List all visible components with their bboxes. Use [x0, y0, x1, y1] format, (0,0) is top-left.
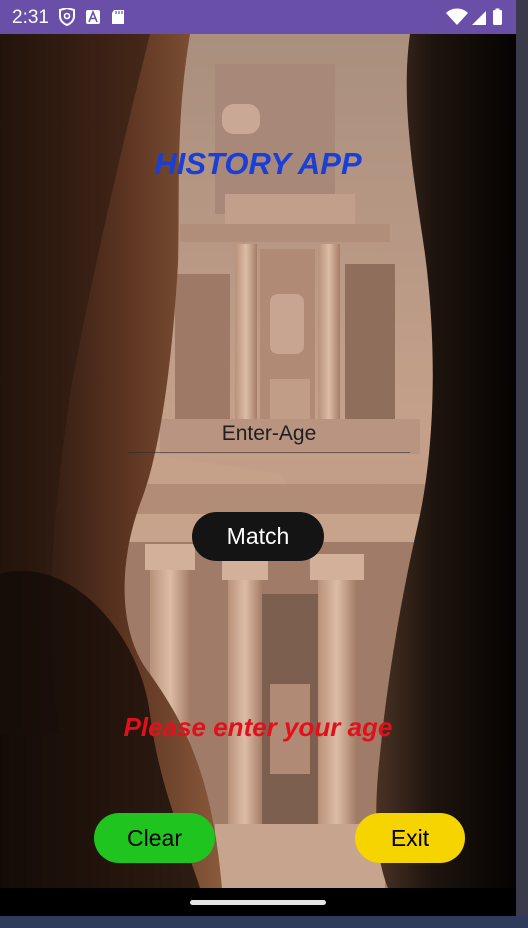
exit-button[interactable]: Exit [355, 813, 465, 863]
emulator-edge-right [516, 0, 528, 928]
app-title: HISTORY APP [154, 146, 362, 181]
status-message: Please enter your age [123, 712, 393, 742]
shield-icon [59, 6, 75, 27]
home-gesture-handle[interactable] [190, 900, 326, 905]
battery-icon [493, 10, 502, 25]
match-button[interactable]: Match [192, 512, 324, 561]
device-screen: 2:31 HISTORY APP Enter-Age Match Please … [0, 0, 516, 916]
app-a-icon [86, 9, 100, 24]
wifi-icon [446, 8, 468, 25]
signal-icon [472, 11, 486, 25]
status-time: 2:31 [12, 7, 49, 28]
age-input[interactable] [128, 416, 410, 453]
status-icons-right [446, 8, 506, 31]
emulator-edge-bottom [0, 916, 528, 928]
sd-card-icon [112, 10, 124, 24]
clear-button[interactable]: Clear [94, 813, 215, 863]
status-icons-left [58, 6, 138, 31]
status-bar: 2:31 [0, 0, 516, 34]
navigation-bar [0, 888, 516, 916]
